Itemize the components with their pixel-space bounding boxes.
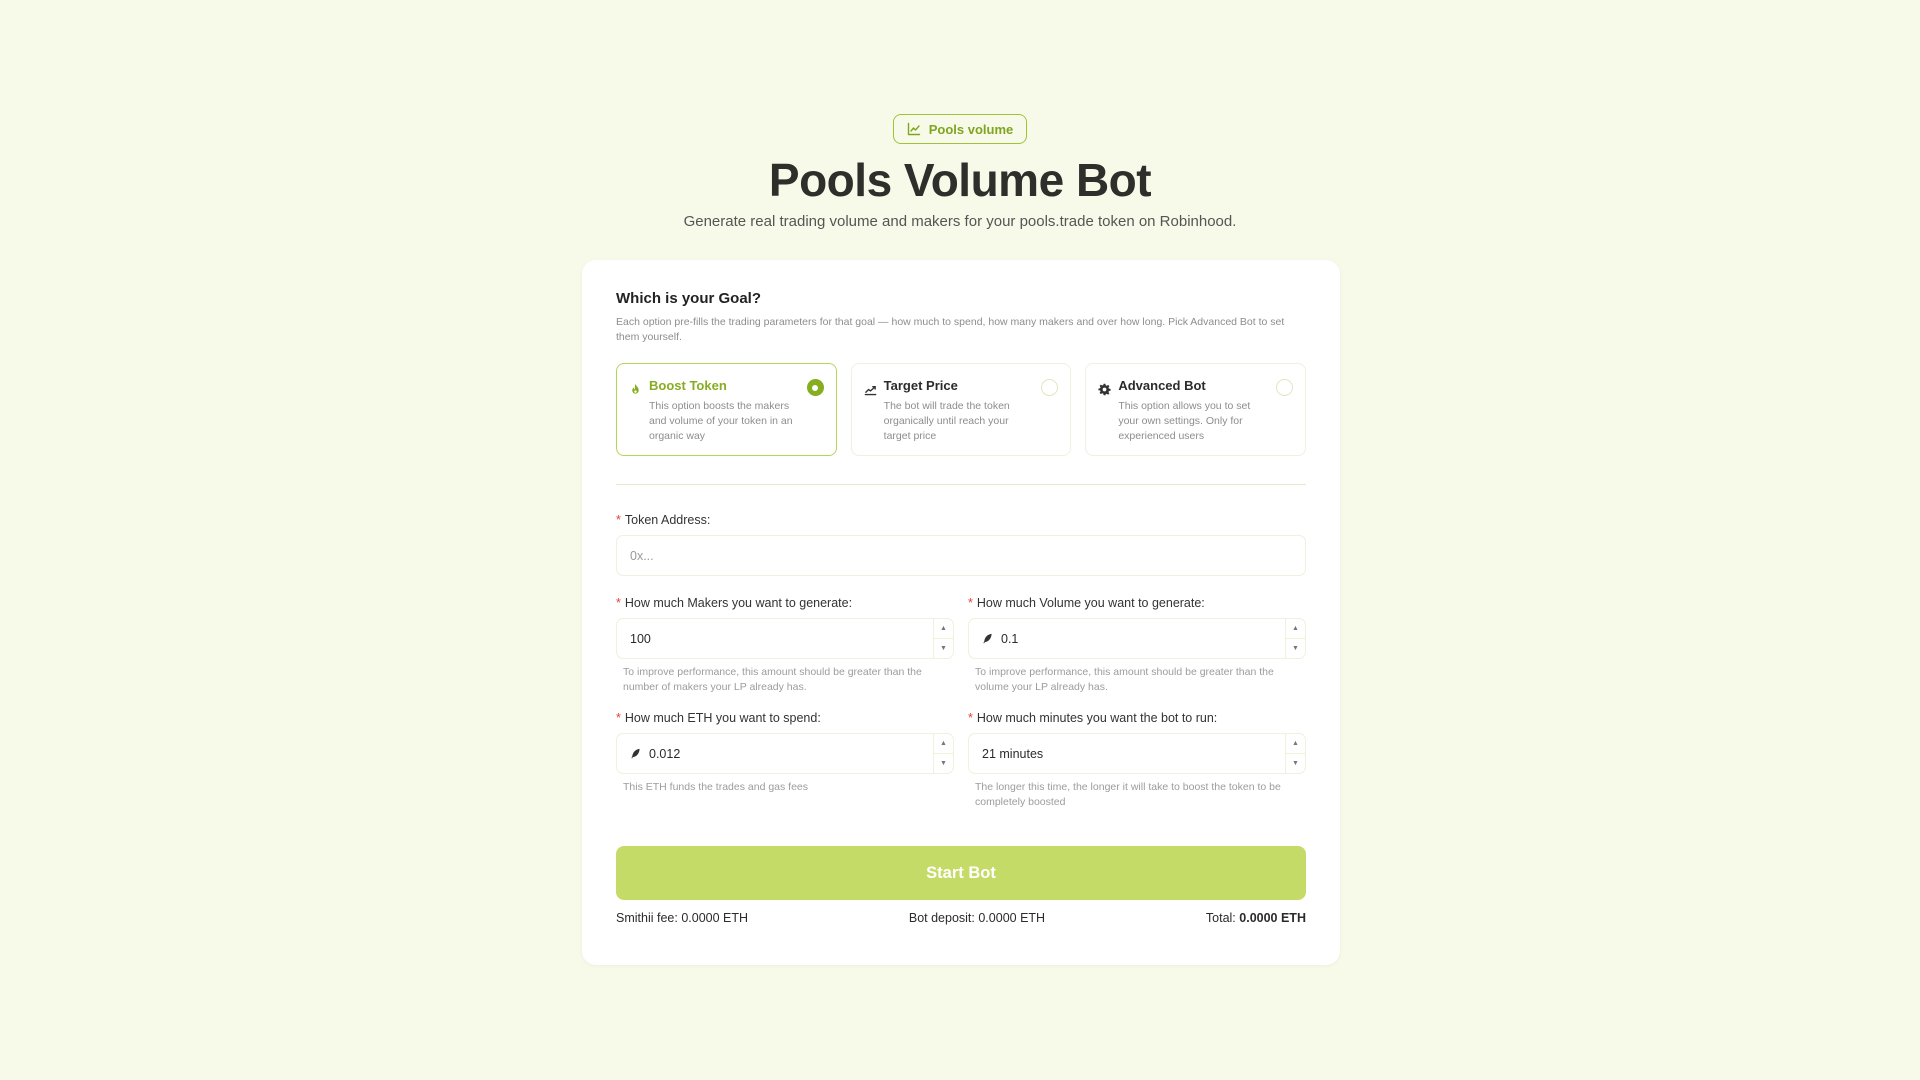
minutes-value: 21 minutes — [982, 746, 1044, 761]
radio-target-price[interactable] — [1041, 379, 1059, 396]
option-advanced-bot[interactable]: Advanced Bot This option allows you to s… — [1085, 363, 1307, 456]
increment-arrow-icon[interactable]: ▲ — [1286, 734, 1305, 754]
minutes-input[interactable]: 21 minutes ▲ ▼ — [968, 733, 1306, 774]
option-title: Target Price — [883, 378, 958, 393]
token-address-label: * Token Address: — [616, 513, 1306, 527]
smithii-fee-value: 0.0000 ETH — [681, 911, 749, 925]
start-bot-button[interactable]: Start Bot — [616, 846, 1306, 900]
goal-title: Which is your Goal? — [616, 290, 762, 307]
bot-config-card: Which is your Goal? Each option pre-fill… — [582, 260, 1340, 965]
total-label: Total: — [1205, 911, 1236, 925]
total-fee: Total: 0.0000 ETH — [1206, 911, 1306, 925]
option-target-price[interactable]: Target Price The bot will trade the toke… — [850, 363, 1072, 456]
chart-line-icon — [907, 122, 920, 136]
increment-arrow-icon[interactable]: ▲ — [1286, 619, 1305, 639]
required-mark: * — [968, 711, 973, 725]
makers-label: * How much Makers you want to generate: — [616, 596, 954, 610]
volume-input[interactable]: 0.1 ▲ ▼ — [968, 618, 1306, 659]
decrement-arrow-icon[interactable]: ▼ — [934, 754, 953, 773]
label-text: How much Volume you want to generate: — [976, 596, 1205, 610]
option-description: This option allows you to set your own s… — [1118, 400, 1251, 442]
pools-volume-badge: Pools volume — [892, 114, 1028, 144]
chart-target-icon — [864, 386, 876, 396]
label-text: How much ETH you want to spend: — [624, 711, 821, 725]
fee-summary: Smithii fee: 0.0000 ETH Bot deposit: 0.0… — [616, 911, 1306, 925]
minutes-field: * How much minutes you want the bot to ru… — [968, 711, 1306, 810]
radio-advanced-bot[interactable] — [1276, 379, 1294, 396]
makers-value: 100 — [630, 631, 651, 646]
eth-value: 0.012 — [649, 746, 681, 761]
smithii-fee-label: Smithii fee: — [616, 911, 678, 925]
volume-stepper: ▲ ▼ — [1285, 619, 1305, 658]
makers-input[interactable]: 100 ▲ ▼ — [616, 618, 954, 659]
option-description: The bot will trade the token organically… — [883, 400, 1010, 442]
hero-section: Pools volume Pools Volume Bot Generate r… — [0, 114, 1920, 230]
eth-field: * How much ETH you want to spend: 0.012 ▲… — [616, 711, 954, 810]
feather-icon — [983, 633, 992, 644]
volume-field: * How much Volume you want to generate: 0… — [968, 596, 1306, 695]
eth-input[interactable]: 0.012 ▲ ▼ — [616, 733, 954, 774]
gear-icon — [1098, 383, 1111, 396]
badge-label: Pools volume — [928, 121, 1014, 137]
minutes-stepper: ▲ ▼ — [1285, 734, 1305, 773]
makers-help: To improve performance, this amount shou… — [623, 666, 922, 693]
decrement-arrow-icon[interactable]: ▼ — [1286, 754, 1305, 773]
increment-arrow-icon[interactable]: ▲ — [934, 619, 953, 639]
page-title: Pools Volume Bot — [768, 154, 1152, 206]
required-mark: * — [616, 513, 621, 527]
feather-icon — [631, 748, 640, 759]
makers-field: * How much Makers you want to generate: 1… — [616, 596, 954, 695]
option-title: Advanced Bot — [1118, 378, 1206, 393]
label-text: How much Makers you want to generate: — [624, 596, 853, 610]
token-address-input[interactable]: 0x... — [616, 535, 1306, 576]
smithii-fee: Smithii fee: 0.0000 ETH — [616, 911, 748, 925]
total-value: 0.0000 ETH — [1239, 911, 1306, 925]
increment-arrow-icon[interactable]: ▲ — [934, 734, 953, 754]
bot-deposit-value: 0.0000 ETH — [978, 911, 1046, 925]
minutes-label: * How much minutes you want the bot to ru… — [968, 711, 1306, 725]
decrement-arrow-icon[interactable]: ▼ — [1286, 639, 1305, 658]
required-mark: * — [968, 596, 973, 610]
bot-deposit: Bot deposit: 0.0000 ETH — [909, 911, 1045, 925]
label-text: Token Address: — [624, 513, 711, 527]
option-boost-token[interactable]: Boost Token This option boosts the maker… — [616, 363, 837, 456]
page-subtitle: Generate real trading volume and makers … — [683, 212, 1237, 230]
option-title: Boost Token — [649, 378, 727, 393]
label-text: How much minutes you want the bot to run… — [976, 711, 1218, 725]
eth-help: This ETH funds the trades and gas fees — [623, 781, 809, 793]
required-mark: * — [616, 596, 621, 610]
flame-icon — [632, 383, 639, 394]
section-divider — [616, 484, 1306, 485]
eth-label: * How much ETH you want to spend: — [616, 711, 954, 725]
goal-description: Each option pre-fills the trading parame… — [616, 316, 1285, 343]
decrement-arrow-icon[interactable]: ▼ — [934, 639, 953, 658]
volume-help: To improve performance, this amount shou… — [975, 666, 1274, 693]
volume-value: 0.1 — [1001, 631, 1019, 646]
radio-boost-token[interactable] — [806, 379, 824, 396]
goal-options: Boost Token This option boosts the maker… — [616, 363, 1307, 456]
makers-stepper: ▲ ▼ — [933, 619, 953, 658]
required-mark: * — [616, 711, 621, 725]
option-description: This option boosts the makers and volume… — [649, 400, 793, 442]
minutes-help: The longer this time, the longer it will… — [975, 781, 1281, 808]
eth-stepper: ▲ ▼ — [933, 734, 953, 773]
volume-label: * How much Volume you want to generate: — [968, 596, 1306, 610]
bot-deposit-label: Bot deposit: — [908, 911, 975, 925]
parameters-grid: * How much Makers you want to generate: 1… — [616, 596, 1306, 826]
